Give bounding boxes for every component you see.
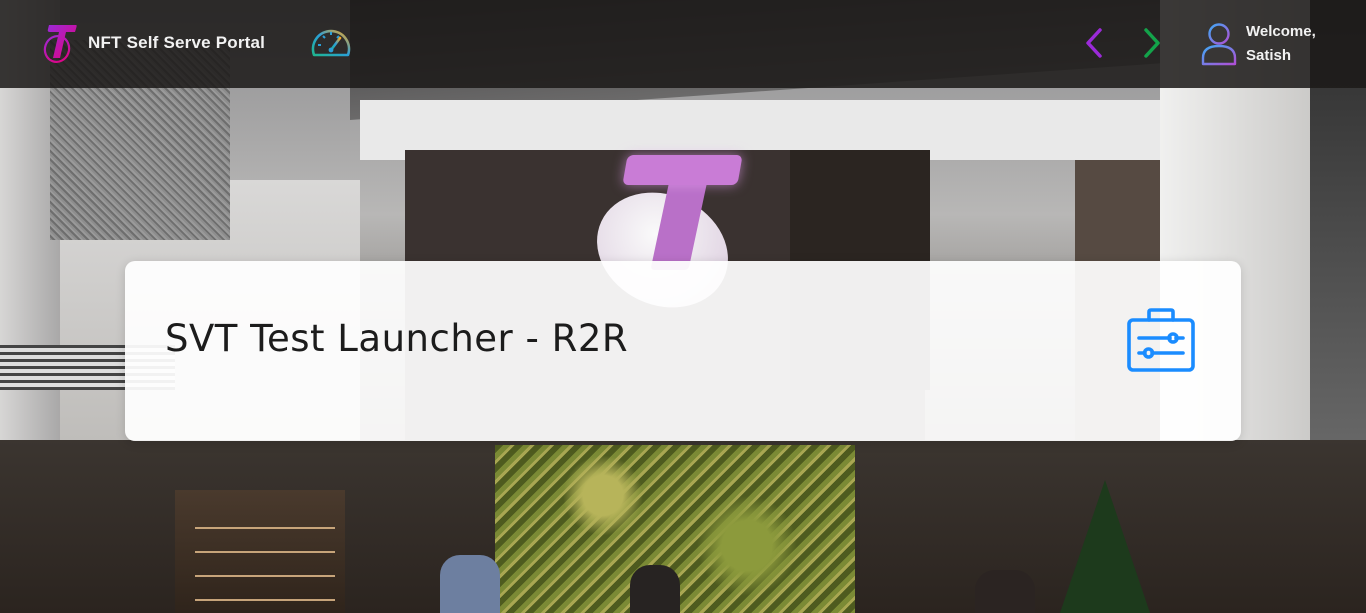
telstra-logo-icon [43, 25, 77, 63]
test-launcher-card[interactable]: SVT Test Launcher - R2R [125, 261, 1241, 441]
card-title: SVT Test Launcher - R2R [165, 317, 629, 360]
toolbox-icon [1127, 308, 1195, 372]
user-name: Satish [1246, 47, 1292, 64]
brand[interactable]: NFT Self Serve Portal [42, 22, 265, 64]
welcome-greeting: Welcome, [1246, 23, 1316, 40]
chevron-left-icon[interactable] [1082, 26, 1106, 60]
speedometer-icon[interactable] [309, 25, 353, 61]
top-header: NFT Self Serve Portal Welcome, Satish [0, 0, 1366, 88]
app-title: NFT Self Serve Portal [88, 33, 266, 52]
user-menu[interactable]: Welcome, Satish [1200, 20, 1316, 68]
chevron-right-icon[interactable] [1140, 26, 1164, 60]
welcome-text: Welcome, Satish [1246, 20, 1316, 68]
user-icon [1201, 23, 1237, 66]
